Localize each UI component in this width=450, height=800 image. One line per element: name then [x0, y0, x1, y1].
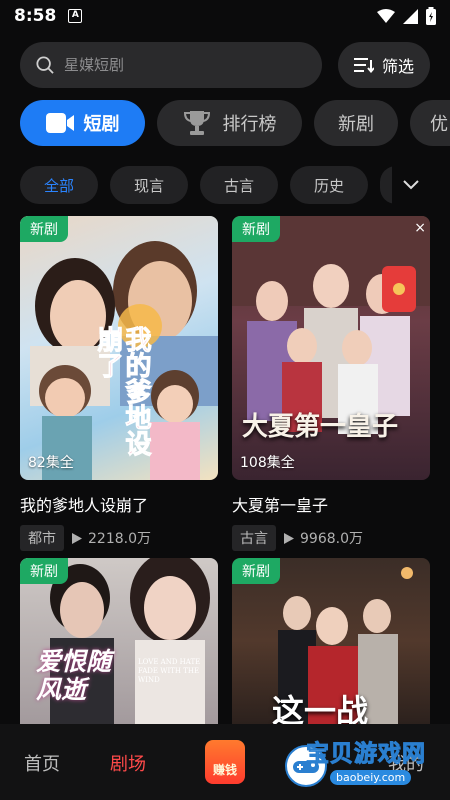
watermark-text: 宝贝游戏网	[306, 741, 426, 768]
new-badge: 新剧	[232, 558, 280, 584]
tab-short-drama[interactable]: 短剧	[20, 100, 145, 146]
poster-title-art: 爱恨随风逝	[36, 647, 112, 704]
drama-poster[interactable]: 新剧 爱恨随风逝 LOVE AND HATE FADE WITH THE WIN…	[20, 558, 218, 724]
play-icon	[284, 532, 294, 544]
nav-theater[interactable]: 剧场	[110, 750, 146, 776]
play-count: 2218.0万	[72, 528, 151, 548]
play-icon	[72, 532, 82, 544]
signal-icon	[403, 8, 418, 24]
drama-card[interactable]: 新剧 我的爹地设崩了 82集全 我的爹地人设崩了 都市 2218.0万	[20, 216, 218, 551]
drama-card[interactable]: 新剧 这一战	[232, 558, 430, 724]
chip-ancient-romance[interactable]: 古言	[200, 166, 278, 204]
watermark-url: baobeiy.com	[330, 770, 412, 785]
filter-label: 筛选	[381, 57, 414, 76]
tab-ranking[interactable]: 排行榜	[157, 100, 302, 146]
poster-title-art: 我的爹地设崩了	[93, 326, 152, 457]
wifi-icon	[377, 9, 395, 23]
search-icon	[36, 56, 54, 74]
search-row: 筛选	[20, 42, 430, 88]
tab-label: 新剧	[338, 114, 374, 135]
poster-title-art: 这一战	[272, 692, 369, 724]
battery-icon	[426, 7, 436, 25]
drama-poster[interactable]: 新剧 这一战	[232, 558, 430, 724]
new-badge: 新剧	[20, 216, 68, 242]
drama-meta: 都市 2218.0万	[20, 525, 218, 551]
video-camera-icon	[45, 113, 74, 133]
play-count-value: 9968.0万	[300, 531, 363, 547]
category-tabs: 短剧 排行榜 新剧 优	[20, 100, 450, 146]
tab-label: 排行榜	[222, 114, 277, 135]
drama-title[interactable]: 大夏第一皇子	[232, 492, 430, 516]
episode-count: 82集全	[28, 455, 74, 471]
chip-modern-romance[interactable]: 现言	[110, 166, 188, 204]
tab-label: 短剧	[83, 114, 120, 135]
drama-title[interactable]: 我的爹地人设崩了	[20, 492, 218, 516]
filter-button[interactable]: 筛选	[338, 42, 430, 88]
watermark: 宝贝游戏网 baobeiy.com	[274, 732, 426, 798]
nav-earn-button[interactable]: 赚钱	[205, 740, 245, 784]
status-bar: 8:58 A	[0, 0, 450, 32]
genre-tag: 都市	[20, 525, 64, 551]
expand-chips-button[interactable]	[392, 166, 430, 204]
status-icons	[377, 7, 436, 25]
nav-home[interactable]: 首页	[24, 750, 60, 776]
earn-label: 赚钱	[212, 763, 237, 777]
drama-meta: 古言 9968.0万	[232, 525, 430, 551]
tab-more[interactable]: 优	[410, 100, 450, 146]
new-badge: 新剧	[232, 216, 280, 242]
status-time: 8:58	[14, 6, 57, 26]
drama-card[interactable]: 新剧 × 大夏第一皇子 108集全 大夏第一皇子 古言 9968.0万	[232, 216, 430, 551]
chip-all[interactable]: 全部	[20, 166, 98, 204]
poster-subtitle-art: LOVE AND HATE FADE WITH THE WIND	[138, 658, 201, 684]
new-badge: 新剧	[20, 558, 68, 584]
drama-poster[interactable]: 新剧 我的爹地设崩了 82集全	[20, 216, 218, 480]
search-input[interactable]	[63, 56, 306, 74]
close-icon[interactable]: ×	[414, 220, 426, 236]
genre-filter-chips: 全部 现言 古言 历史	[20, 166, 450, 204]
poster-title-art: 大夏第一皇子	[242, 412, 399, 442]
chevron-down-icon	[403, 180, 419, 190]
genre-tag: 古言	[232, 525, 276, 551]
tab-label: 优	[430, 114, 448, 135]
chip-history[interactable]: 历史	[290, 166, 368, 204]
bottom-nav: 首页 剧场 赚钱 我的 宝贝游戏网 baobeiy.com	[0, 724, 450, 800]
play-count-value: 2218.0万	[88, 531, 151, 547]
drama-poster[interactable]: 新剧 × 大夏第一皇子 108集全	[232, 216, 430, 480]
play-count: 9968.0万	[284, 528, 363, 548]
notification-icon: A	[68, 9, 83, 23]
search-bar[interactable]	[20, 42, 322, 88]
tab-new-drama[interactable]: 新剧	[314, 100, 398, 146]
trophy-icon	[183, 111, 210, 135]
episode-count: 108集全	[240, 455, 295, 471]
filter-icon	[353, 58, 374, 73]
drama-card[interactable]: 新剧 爱恨随风逝 LOVE AND HATE FADE WITH THE WIN…	[20, 558, 218, 724]
